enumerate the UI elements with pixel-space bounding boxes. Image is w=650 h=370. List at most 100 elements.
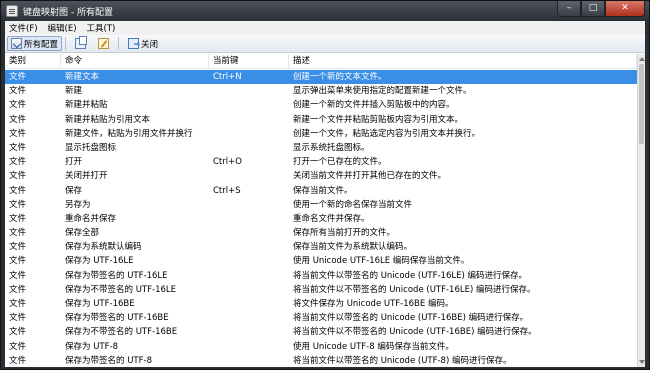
cell-command: 新建文本: [65, 72, 100, 82]
cell-description: 将当前文件以带签名的 Unicode (UTF-16LE) 编码进行保存。: [293, 270, 528, 281]
close-window-button[interactable]: ✕: [605, 1, 645, 17]
table-row[interactable]: 文件 保存为不带签名的 UTF-16BE 将当前文件以不带签名的 Unicode (…: [5, 325, 637, 339]
table-row[interactable]: 文件 新建文本 Ctrl+N 创建一个新的文本文件。: [5, 70, 637, 85]
all-configs-button[interactable]: 所有配置: [7, 36, 63, 51]
list-rows: 文件 新建文本 Ctrl+N 创建一个新的文本文件。 文件 新建 显示弹出菜单来使用指定的配…: [5, 70, 637, 367]
cell-description: 打开一个已存在的文件。: [293, 157, 387, 168]
cell-command: 保存为带签名的 UTF-16BE: [65, 313, 169, 324]
keyboard-icon: [6, 5, 18, 17]
cell-category: 文件: [9, 100, 27, 111]
cell-category: 文件: [9, 228, 27, 239]
cell-shortcut: [209, 113, 289, 127]
cell-command: 保存为 UTF-16LE: [65, 256, 134, 267]
table-row[interactable]: 文件 新建并粘贴 创建一个新的文件并插入剪贴板中的内容。: [5, 98, 637, 112]
column-header-command[interactable]: 命令: [61, 54, 209, 69]
cell-description: 将当前文件以不带签名的 Unicode (UTF-16LE) 编码进行保存。: [293, 284, 536, 295]
table-row[interactable]: 文件 新建文件，粘贴为引用文件并换行 创建一个文件，粘贴选定内容为引用文本并换行。: [5, 127, 637, 141]
cell-category: 文件: [9, 171, 27, 182]
cell-command: 保存为 UTF-16BE: [65, 299, 135, 309]
cell-category: 文件: [9, 341, 27, 352]
scroll-thumb[interactable]: [639, 64, 644, 144]
keymap-list[interactable]: 类别 命令 当前键 描述 文件 新建文本 Ctrl+N 创建一个新的文本文件。 文件 新建…: [5, 54, 637, 367]
scroll-up-icon[interactable]: [639, 57, 645, 61]
copy-icon: [75, 36, 88, 49]
app-window: 键盘映射图 - 所有配置 – □ ✕ 文件(F) 编辑(E) 工具(T) 所有配…: [0, 0, 650, 370]
cell-command: 重命名并保存: [65, 213, 117, 224]
cell-category: 文件: [9, 185, 27, 196]
cell-description: 关闭当前文件并打开其他已存在的文件。: [293, 171, 447, 182]
table-row[interactable]: 文件 保存为 UTF-8 使用 Unicode UTF-8 编码保存当前文件。: [5, 340, 637, 354]
cell-command: 保存为不带签名的 UTF-16LE: [65, 284, 176, 295]
edit-button[interactable]: [94, 36, 115, 51]
cell-command: 新建并粘贴: [65, 100, 108, 111]
cell-description: 显示弹出菜单来使用指定的配置新建一个文件。: [293, 86, 472, 97]
table-row[interactable]: 文件 保存为带签名的 UTF-16LE 将当前文件以带签名的 Unicode (UT…: [5, 269, 637, 283]
cell-command: 保存为带签名的 UTF-16LE: [65, 270, 168, 281]
caption-buttons: – □ ✕: [557, 1, 645, 17]
cell-shortcut: [209, 84, 289, 98]
cell-command: 保存为带签名的 UTF-8: [65, 355, 152, 366]
cell-shortcut: [209, 340, 289, 354]
cell-category: 文件: [9, 256, 27, 267]
toolbar-separator: [118, 37, 120, 50]
cell-category: 文件: [9, 114, 27, 125]
table-row[interactable]: 文件 新建并粘贴为引用文本 新建一个文件并粘贴剪贴板内容为引用文本。: [5, 113, 637, 127]
table-row[interactable]: 文件 保存为带签名的 UTF-16BE 将当前文件以带签名的 Unicode (UT…: [5, 311, 637, 325]
cell-category: 文件: [9, 142, 27, 153]
menu-bar: 文件(F) 编辑(E) 工具(T): [5, 21, 645, 35]
cell-category: 文件: [9, 199, 27, 210]
menu-edit[interactable]: 编辑(E): [43, 22, 82, 34]
table-row[interactable]: 文件 新建 显示弹出菜单来使用指定的配置新建一个文件。: [5, 84, 637, 98]
table-row[interactable]: 文件 保存为 UTF-16LE 使用 Unicode UTF-16LE 编码保存当前…: [5, 254, 637, 268]
cell-description: 使用一个新的命名保存当前文件: [293, 199, 413, 210]
all-configs-label: 所有配置: [24, 39, 59, 50]
maximize-button[interactable]: □: [581, 1, 605, 17]
cell-command: 新建: [65, 86, 83, 97]
cell-description: 重命名文件并保存。: [293, 213, 370, 224]
cell-category: 文件: [9, 299, 27, 309]
column-header-shortcut[interactable]: 当前键: [209, 54, 289, 69]
column-header-category[interactable]: 类别: [5, 54, 61, 69]
list-header: 类别 命令 当前键 描述: [5, 54, 637, 69]
cell-shortcut: [209, 127, 289, 141]
cell-description: 保存当前文件。: [293, 185, 353, 196]
table-row[interactable]: 文件 保存全部 保存所有当前打开的文件。: [5, 226, 637, 240]
scroll-down-icon[interactable]: [639, 360, 645, 364]
cell-shortcut: [209, 240, 289, 254]
cell-command: 显示托盘图标: [65, 142, 117, 153]
cell-category: 文件: [9, 270, 27, 281]
cell-command: 另存为: [65, 199, 91, 210]
table-row[interactable]: 文件 打开 Ctrl+O 打开一个已存在的文件。: [5, 155, 637, 169]
column-header-description[interactable]: 描述: [289, 54, 637, 69]
table-row[interactable]: 文件 另存为 使用一个新的命名保存当前文件: [5, 198, 637, 212]
table-row[interactable]: 文件 重命名并保存 重命名文件并保存。: [5, 212, 637, 226]
cell-shortcut: [209, 226, 289, 240]
table-row[interactable]: 文件 保存 Ctrl+S 保存当前文件。: [5, 184, 637, 198]
table-row[interactable]: 文件 保存为带签名的 UTF-8 将当前文件以带签名的 Unicode (UTF-8…: [5, 354, 637, 367]
cell-command: 保存: [65, 185, 83, 196]
table-row[interactable]: 文件 关闭并打开 关闭当前文件并打开其他已存在的文件。: [5, 169, 637, 183]
toolbar: 所有配置 关闭: [5, 35, 645, 53]
cell-description: 将文件保存为 Unicode UTF-16BE 编码。: [293, 299, 454, 309]
cell-shortcut: [209, 283, 289, 297]
table-row[interactable]: 文件 显示托盘图标 显示系统托盘图标。: [5, 141, 637, 155]
table-row[interactable]: 文件 保存为 UTF-16BE 将文件保存为 Unicode UTF-16BE 编码…: [5, 297, 637, 311]
title-bar[interactable]: 键盘映射图 - 所有配置 – □ ✕: [1, 1, 649, 21]
copy-button[interactable]: [71, 36, 92, 51]
menu-tools[interactable]: 工具(T): [82, 22, 121, 34]
cell-command: 保存为不带签名的 UTF-16BE: [65, 327, 178, 338]
menu-file[interactable]: 文件(F): [5, 22, 43, 34]
cell-category: 文件: [9, 72, 27, 82]
cell-category: 文件: [9, 355, 27, 366]
client-area: 文件(F) 编辑(E) 工具(T) 所有配置 关闭 类别 命令 当前键 描述 文…: [5, 21, 645, 367]
minimize-button[interactable]: –: [557, 1, 581, 17]
vertical-scrollbar[interactable]: [637, 54, 645, 367]
cell-shortcut: [209, 254, 289, 268]
close-button[interactable]: 关闭: [124, 36, 162, 51]
cell-shortcut: [209, 325, 289, 339]
filter-icon: [11, 38, 22, 49]
table-row[interactable]: 文件 保存为不带签名的 UTF-16LE 将当前文件以不带签名的 Unicode (…: [5, 283, 637, 297]
cell-shortcut: Ctrl+N: [213, 72, 242, 82]
table-row[interactable]: 文件 保存为系统默认编码 保存当前文件为系统默认编码。: [5, 240, 637, 254]
cell-command: 关闭并打开: [65, 171, 108, 182]
